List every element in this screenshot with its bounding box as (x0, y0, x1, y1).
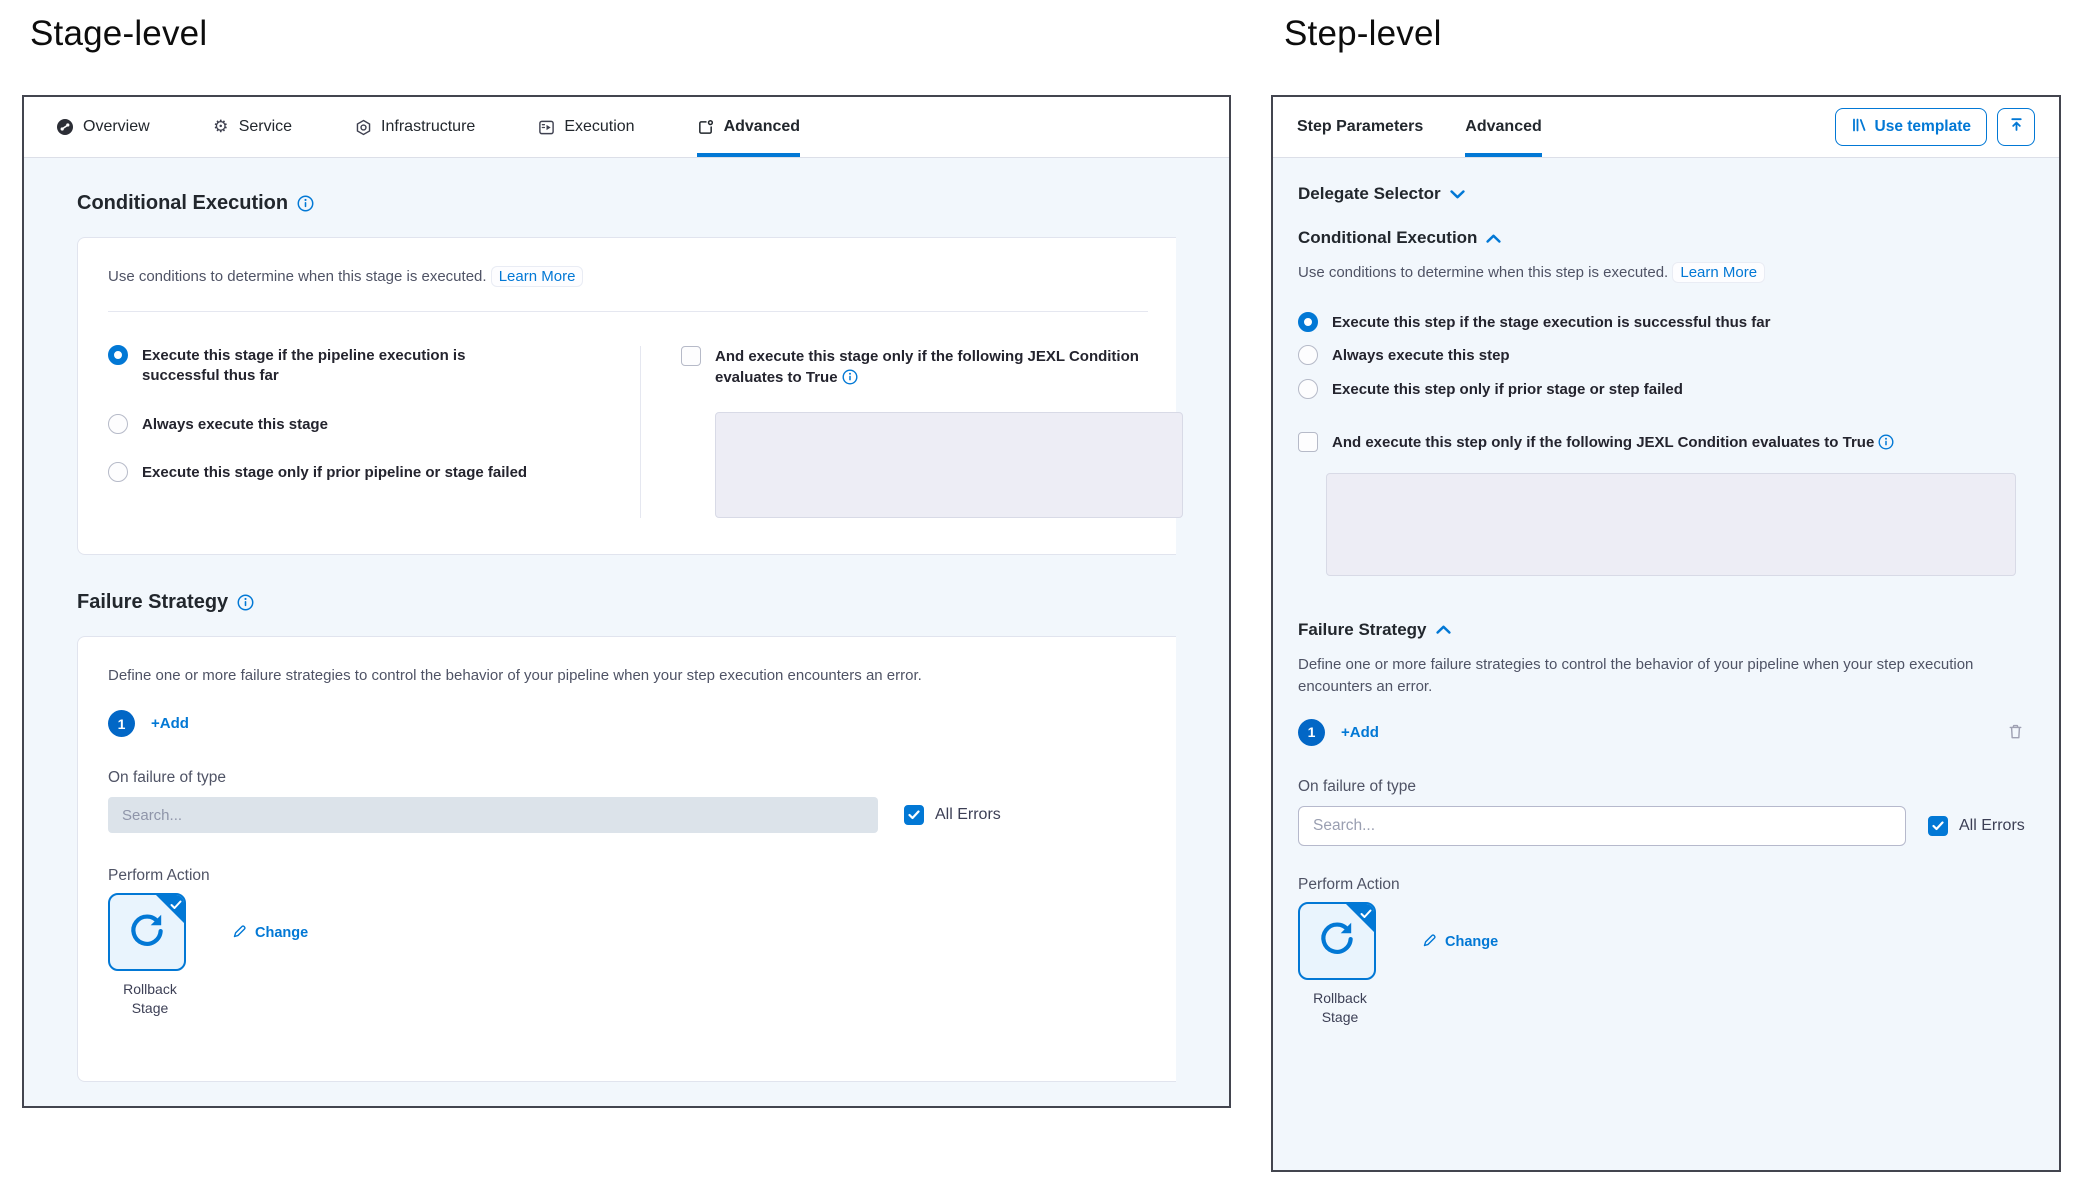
step-level-title: Step-level (1284, 14, 1442, 54)
pencil-icon (232, 923, 248, 943)
rollback-stage-action-card[interactable] (108, 893, 186, 971)
tab-label: Service (239, 118, 292, 136)
use-template-button[interactable]: Use template (1835, 108, 1987, 146)
tab-service[interactable]: ⚙ Service (212, 97, 292, 157)
overview-icon (56, 118, 74, 136)
upload-icon (2008, 116, 2025, 138)
tab-advanced[interactable]: Advanced (1465, 97, 1541, 157)
checkbox-checked-icon (1928, 816, 1948, 836)
delegate-selector-header[interactable]: Delegate Selector (1298, 184, 2038, 204)
jexl-condition-checkbox-row[interactable]: And execute this stage only if the follo… (681, 346, 1183, 388)
conditional-execution-heading: Conditional Execution (77, 192, 1229, 215)
tab-label: Advanced (724, 118, 800, 136)
strategy-count-badge[interactable]: 1 (1298, 719, 1325, 746)
tab-label: Infrastructure (381, 118, 475, 136)
step-tabbar: Step Parameters Advanced Use template (1273, 97, 2059, 158)
checkbox-icon (1298, 432, 1318, 452)
tab-label: Execution (564, 118, 634, 136)
learn-more-link[interactable]: Learn More (1672, 262, 1765, 283)
failure-strategy-heading: Failure Strategy (77, 591, 1229, 614)
conditional-execution-card: Use conditions to determine when this st… (77, 237, 1176, 555)
strategy-badge-row: 1 +Add (1298, 719, 2038, 746)
check-icon (170, 897, 182, 907)
info-icon[interactable] (297, 195, 314, 212)
radio-execute-if-successful[interactable]: Execute this stage if the pipeline execu… (108, 346, 640, 387)
on-failure-label: On failure of type (1298, 778, 2038, 796)
conditional-description: Use conditions to determine when this st… (1298, 264, 2038, 281)
delete-strategy-icon[interactable] (2006, 722, 2026, 742)
action-name: Rollback Stage (108, 980, 192, 1018)
step-panel: Step Parameters Advanced Use template (1271, 95, 2061, 1172)
stage-level-title: Stage-level (30, 14, 207, 54)
jexl-condition-checkbox-row[interactable]: And execute this step only if the follow… (1298, 432, 2038, 453)
change-action-link[interactable]: Change (232, 923, 308, 943)
radio-selected-icon (1298, 312, 1318, 332)
failure-description: Define one or more failure strategies to… (1298, 654, 2034, 699)
perform-action-label: Perform Action (108, 867, 1176, 885)
tab-infrastructure[interactable]: Infrastructure (354, 97, 475, 157)
failure-strategy-header[interactable]: Failure Strategy (1298, 620, 2038, 640)
tab-label: Advanced (1465, 118, 1541, 136)
jexl-condition-input[interactable] (1326, 473, 2016, 576)
radio-always-execute[interactable]: Always execute this step (1298, 346, 2038, 366)
radio-execute-if-failed[interactable]: Execute this stage only if prior pipelin… (108, 463, 640, 483)
failure-type-search-input[interactable] (108, 797, 878, 833)
save-as-template-button[interactable] (1997, 108, 2035, 146)
radio-icon (108, 414, 128, 434)
tab-step-parameters[interactable]: Step Parameters (1297, 97, 1423, 157)
chevron-down-icon (1450, 190, 1465, 199)
checkbox-icon (681, 346, 701, 366)
radio-execute-if-failed[interactable]: Execute this step only if prior stage or… (1298, 380, 2038, 400)
radio-execute-if-successful[interactable]: Execute this step if the stage execution… (1298, 313, 2038, 333)
all-errors-checkbox-row[interactable]: All Errors (1928, 816, 2025, 836)
tab-label: Overview (83, 118, 150, 136)
failure-description: Define one or more failure strategies to… (108, 667, 1176, 684)
radio-icon (108, 462, 128, 482)
info-icon[interactable] (1878, 434, 1895, 451)
stage-advanced-content: Conditional Execution Use conditions to … (24, 158, 1229, 1106)
template-library-icon (1851, 117, 1867, 138)
stage-panel: Overview ⚙ Service Infrastructure Execut… (22, 95, 1231, 1108)
strategy-count-badge[interactable]: 1 (108, 710, 135, 737)
tab-overview[interactable]: Overview (56, 97, 150, 157)
pencil-icon (1422, 932, 1438, 952)
failure-type-search-input[interactable] (1298, 806, 1906, 846)
strategy-badge-row: 1 +Add (108, 710, 1176, 737)
add-strategy-button[interactable]: +Add (1341, 724, 1379, 741)
jexl-condition-input[interactable] (715, 412, 1183, 518)
learn-more-link[interactable]: Learn More (491, 266, 584, 287)
conditional-description: Use conditions to determine when this st… (108, 268, 1176, 285)
action-name: Rollback Stage (1298, 989, 1382, 1027)
play-icon (537, 118, 555, 136)
radio-icon (1298, 379, 1318, 399)
tab-label: Step Parameters (1297, 118, 1423, 136)
radio-always-execute[interactable]: Always execute this stage (108, 415, 640, 435)
all-errors-checkbox-row[interactable]: All Errors (904, 805, 1001, 825)
rollback-stage-action-card[interactable] (1298, 902, 1376, 980)
failure-strategy-card: Define one or more failure strategies to… (77, 636, 1176, 1082)
chevron-up-icon (1436, 625, 1451, 634)
screenshot-canvas: Stage-level Overview ⚙ Service Infrastru… (0, 0, 2087, 1189)
advanced-icon (697, 118, 715, 136)
check-icon (1360, 906, 1372, 916)
on-failure-label: On failure of type (108, 769, 1176, 787)
step-advanced-content: Delegate Selector Conditional Execution … (1273, 158, 2059, 1170)
divider (108, 311, 1148, 312)
tab-execution[interactable]: Execution (537, 97, 634, 157)
infrastructure-icon (354, 118, 372, 136)
checkbox-checked-icon (904, 805, 924, 825)
add-strategy-button[interactable]: +Add (151, 715, 189, 732)
conditional-execution-header[interactable]: Conditional Execution (1298, 228, 2038, 248)
info-icon[interactable] (237, 594, 254, 611)
radio-selected-icon (108, 345, 128, 365)
perform-action-label: Perform Action (1298, 876, 2038, 894)
gear-icon: ⚙ (212, 118, 230, 136)
change-action-link[interactable]: Change (1422, 932, 1498, 952)
info-icon[interactable] (842, 369, 859, 386)
tab-advanced[interactable]: Advanced (697, 97, 800, 157)
radio-icon (1298, 345, 1318, 365)
stage-tabbar: Overview ⚙ Service Infrastructure Execut… (24, 97, 1229, 158)
chevron-up-icon (1486, 234, 1501, 243)
